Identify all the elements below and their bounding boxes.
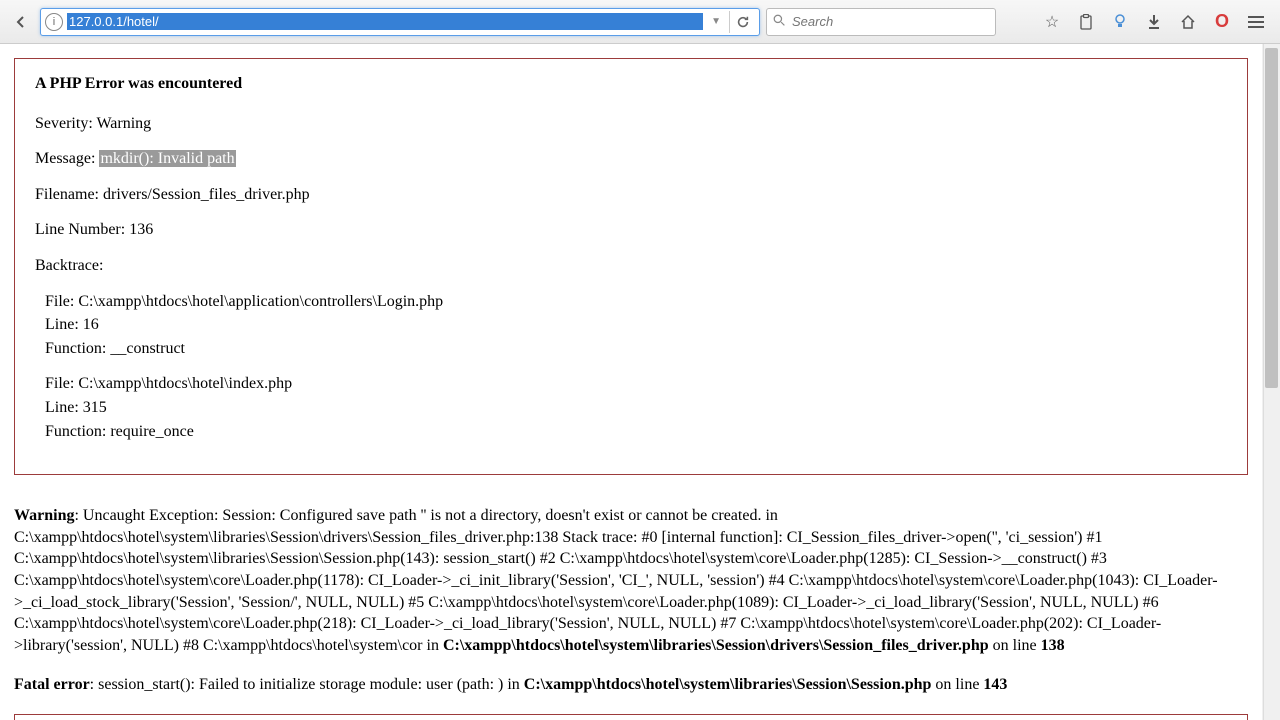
url-bar[interactable]: i 127.0.0.1/hotel/ ▼ [40,8,760,36]
fatal-error-block: Fatal error: session_start(): Failed to … [14,674,1248,696]
site-info-icon[interactable]: i [45,13,63,31]
search-icon [773,14,786,30]
lightbulb-icon[interactable] [1110,12,1130,32]
url-text: 127.0.0.1/hotel/ [67,13,703,30]
highlighted-message: mkdir(): Invalid path [99,150,235,167]
scrollbar-thumb[interactable] [1265,48,1278,388]
error-line-number: Line Number: 136 [35,219,1227,241]
error-filename: Filename: drivers/Session_files_driver.p… [35,184,1227,206]
toolbar-icons: ☆ O [1042,12,1272,32]
error-message: Message: mkdir(): Invalid path [35,148,1227,170]
browser-toolbar: i 127.0.0.1/hotel/ ▼ ☆ O [0,0,1280,44]
warning-block: Warning: Uncaught Exception: Session: Co… [14,505,1248,656]
clipboard-icon[interactable] [1076,12,1096,32]
url-dropdown-icon[interactable]: ▼ [707,16,725,27]
opera-icon[interactable]: O [1212,12,1232,32]
back-button[interactable] [8,9,34,35]
reload-button[interactable] [729,11,755,33]
search-bar[interactable] [766,8,996,36]
backtrace-entry-2: File: C:\xampp\htdocs\hotel\index.php Li… [45,373,1227,442]
php-error-box-1: A PHP Error was encountered Severity: Wa… [14,58,1248,475]
backtrace-label: Backtrace: [35,255,1227,277]
home-icon[interactable] [1178,12,1198,32]
downloads-icon[interactable] [1144,12,1164,32]
search-input[interactable] [792,14,989,29]
bookmark-star-icon[interactable]: ☆ [1042,12,1062,32]
error-heading: A PHP Error was encountered [35,73,1227,95]
backtrace-entry-1: File: C:\xampp\htdocs\hotel\application\… [45,291,1227,360]
page-content: A PHP Error was encountered Severity: Wa… [0,44,1262,720]
menu-icon[interactable] [1246,12,1266,32]
php-error-box-2: A PHP Error was encountered [14,714,1248,720]
error-severity: Severity: Warning [35,113,1227,135]
